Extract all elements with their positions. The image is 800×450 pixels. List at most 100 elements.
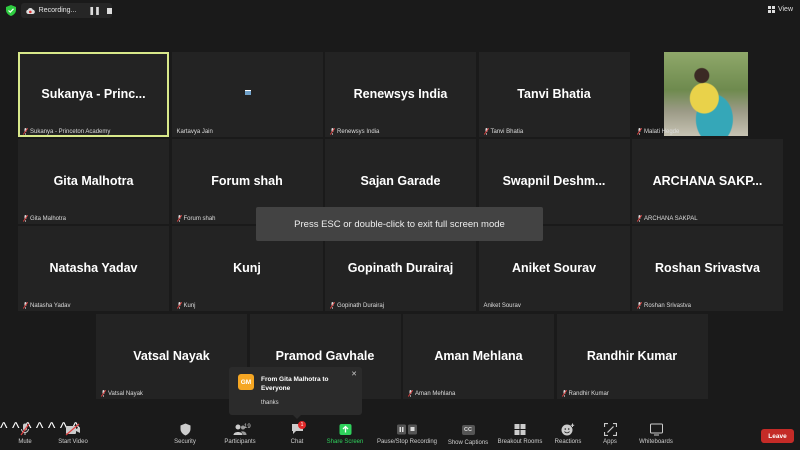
participant-display-name: Randhir Kumar: [586, 349, 678, 363]
mute-options-chevron-icon[interactable]: ^: [0, 420, 8, 437]
participant-display-name: Vatsal Nayak: [133, 349, 210, 363]
mute-button[interactable]: Mute: [12, 423, 38, 445]
view-label: View: [777, 5, 793, 13]
participant-name-text: Gopinath Durairaj: [337, 302, 385, 309]
participant-tile[interactable]: Vatsal Nayak Vatsal Nayak: [96, 314, 247, 399]
participant-tile[interactable]: Malati Hegde: [632, 52, 783, 137]
apps-button[interactable]: Apps: [598, 423, 622, 445]
participant-display-name: Pramod Gavhale: [275, 349, 375, 363]
apps-icon: [603, 423, 617, 436]
participant-name-label: ARCHANA SAKPAL: [637, 215, 698, 222]
participant-tile[interactable]: Roshan Srivastva Roshan Srivastva: [632, 226, 783, 311]
recording-label: Recording...: [38, 7, 77, 14]
participant-display-name: Renewsys India: [353, 87, 448, 101]
participant-name-text: Tanvi Bhatia: [490, 128, 524, 135]
participant-tile[interactable]: Gita Malhotra Gita Malhotra: [18, 139, 169, 224]
chat-message: thanks: [261, 400, 279, 406]
stop-recording-icon[interactable]: [106, 7, 112, 14]
breakout-rooms-icon: [514, 424, 526, 435]
participant-name-text: Natasha Yadav: [30, 302, 71, 309]
muted-microphone-icon: [330, 302, 335, 309]
participant-name-label: Renewsys India: [330, 128, 379, 135]
muted-microphone-icon: [23, 215, 28, 222]
participant-name-text: Gita Malhotra: [30, 215, 67, 222]
participant-display-name: Swapnil Deshm...: [502, 174, 606, 188]
view-button[interactable]: View: [767, 3, 793, 15]
participant-name-label: Roshan Srivastva: [637, 302, 691, 309]
participant-name-label: Kartavya Jain: [177, 129, 213, 135]
participant-tile[interactable]: Renewsys India Renewsys India: [325, 52, 476, 137]
participant-name-label: Gopinath Durairaj: [330, 302, 384, 309]
muted-microphone-icon: [408, 390, 413, 397]
share-screen-button[interactable]: Share Screen: [325, 423, 365, 445]
breakout-rooms-button[interactable]: Breakout Rooms: [496, 423, 544, 445]
security-button[interactable]: Security: [170, 423, 200, 445]
participants-button[interactable]: 19 Participants: [220, 423, 260, 445]
participant-name-text: Kunj: [183, 302, 196, 309]
recording-control-label: Pause/Stop Recording: [376, 439, 438, 445]
fullscreen-notice: Press ESC or double-click to exit full s…: [256, 207, 543, 241]
muted-microphone-icon: [101, 390, 106, 397]
participant-display-name: Kunj: [233, 261, 261, 275]
whiteboards-label: Whiteboards: [639, 439, 673, 445]
participant-name-text: Sukanya - Princeton Academy: [30, 128, 111, 135]
chat-sender: From Gita Malhotra to Everyone: [261, 376, 329, 392]
participant-display-name: Aniket Sourav: [511, 261, 597, 275]
cloud-recording-icon: [26, 7, 35, 14]
leave-button[interactable]: Leave: [761, 429, 794, 443]
show-captions-button[interactable]: CC Show Captions: [445, 423, 491, 446]
participant-name-label: Kunj: [176, 302, 196, 309]
muted-microphone-icon: [23, 302, 28, 309]
breakout-rooms-label: Breakout Rooms: [497, 439, 543, 445]
apps-label: Apps: [603, 439, 617, 445]
participant-name-label: Forum shah: [176, 215, 216, 222]
shield-icon[interactable]: [6, 5, 16, 16]
share-screen-label: Share Screen: [326, 439, 364, 445]
share-screen-icon: [339, 424, 351, 435]
captions-icon: CC: [461, 425, 475, 435]
chat-unread-badge: 1: [298, 421, 306, 429]
meeting-toolbar: Mute ^ Start Video ^ Security 19 Partici…: [0, 420, 800, 450]
participant-display-name: Gita Malhotra: [53, 174, 134, 188]
participant-display-name: Roshan Srivastva: [655, 261, 760, 275]
notification-tail: [293, 415, 301, 419]
participant-tile[interactable]: Randhir Kumar Randhir Kumar: [556, 314, 708, 399]
pause-recording-icon[interactable]: ❚❚: [88, 6, 100, 15]
chat-button[interactable]: 1 Chat: [284, 421, 310, 445]
chat-notification[interactable]: GM From Gita Malhotra to Everyone thanks…: [229, 367, 362, 419]
participant-name-label: Gita Malhotra: [23, 215, 66, 222]
participant-name-label: Aniket Sourav: [484, 303, 521, 309]
participant-tile[interactable]: ARCHANA SAKP... ARCHANA SAKPAL: [632, 139, 783, 224]
participant-tile[interactable]: Natasha Yadav Natasha Yadav: [18, 226, 169, 311]
participant-display-name: Forum shah: [211, 174, 283, 188]
participant-tile[interactable]: Kartavya Jain: [171, 52, 323, 137]
participant-display-name: Natasha Yadav: [49, 261, 138, 275]
start-video-button[interactable]: Start Video: [54, 423, 92, 445]
pause-stop-recording-button[interactable]: Pause/Stop Recording: [374, 423, 440, 445]
participants-count: 19: [244, 424, 251, 430]
muted-microphone-icon: [483, 128, 489, 135]
whiteboards-button[interactable]: Whiteboards: [636, 423, 676, 445]
participant-tile[interactable]: Aman Mehlana Aman Mehlana: [403, 314, 554, 399]
security-shield-icon: [180, 423, 190, 436]
participant-name-text: Malati Hegde: [644, 128, 680, 135]
participant-name-label: Randhir Kumar: [561, 390, 609, 397]
participant-tile[interactable]: Sukanya - Princ... Sukanya - Princeton Ac…: [18, 52, 169, 137]
participant-tile[interactable]: Tanvi Bhatia Tanvi Bhatia: [478, 52, 630, 137]
participant-name-label: Sukanya - Princeton Academy: [23, 128, 110, 135]
reactions-label: Reactions: [554, 439, 582, 445]
video-placeholder-icon: [244, 90, 251, 95]
show-captions-label: Show Captions: [447, 440, 489, 446]
participant-display-name: Sukanya - Princ...: [41, 87, 146, 101]
grid-view-icon: [767, 5, 775, 13]
participant-name-text: Aman Mehlana: [415, 390, 456, 397]
sender-avatar: GM: [238, 374, 254, 390]
recording-indicator: Recording... ❚❚: [21, 3, 112, 18]
muted-microphone-icon: [330, 128, 335, 135]
close-icon[interactable]: ✕: [351, 370, 357, 378]
participant-display-name: ARCHANA SAKP...: [652, 174, 763, 188]
reactions-button[interactable]: Reactions: [553, 423, 583, 445]
participant-name-text: Roshan Srivastva: [644, 302, 692, 309]
security-label: Security: [174, 439, 196, 445]
participant-name-label: Natasha Yadav: [23, 302, 70, 309]
